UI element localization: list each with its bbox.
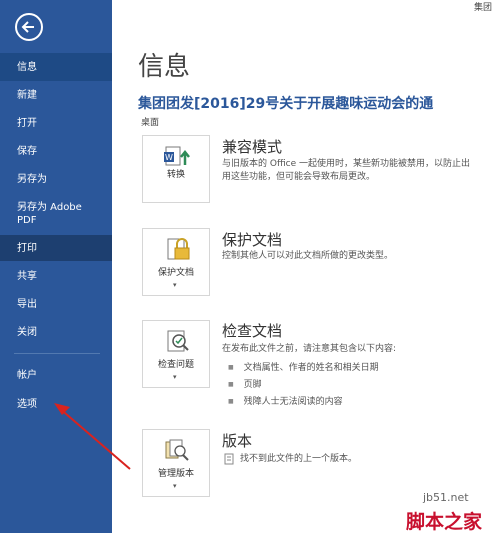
compat-mode-desc-line1: 与旧版本的 Office 一起使用时，某些新功能被禁用，以防止出 [222,159,470,169]
convert-button[interactable]: W 转换 [142,135,210,203]
watermark-url: jb51.net [423,491,469,504]
chevron-down-icon: ▾ [173,373,177,381]
manage-versions-label: 管理版本 [157,469,194,479]
svg-text:W: W [165,153,173,162]
protect-document-desc: 控制其他人可以对此文档所做的更改类型。 [222,251,394,261]
sidebar-divider [14,353,100,354]
watermark-logo-text: 脚本之家 [406,511,483,533]
sidebar-item-save-as[interactable]: 另存为 [0,173,112,186]
list-item: 文档属性、作者的姓名和相关日期 [228,360,379,373]
sidebar-item-close[interactable]: 关闭 [0,326,112,339]
page-title: 信息 [138,52,191,82]
protect-document-label: 保护文档 [157,268,194,278]
sidebar-item-label: 打印 [17,243,37,254]
versions-icon [165,439,189,461]
sidebar-item-label: 新建 [17,90,37,101]
sidebar-item-label: 另存为 Adobe PDF [17,202,82,226]
versions-title: 版本 [222,432,253,450]
annotation-arrow [54,403,131,470]
convert-label: 转换 [166,170,185,180]
sidebar-item-new[interactable]: 新建 [0,89,112,102]
sidebar-item-save-as-pdf[interactable]: 另存为 Adobe PDF [0,201,112,227]
sidebar-item-label: 帐户 [17,370,37,381]
sidebar-item-label: 共享 [17,271,37,282]
chevron-down-icon: ▾ [173,281,177,289]
chevron-down-icon: ▾ [173,482,177,490]
document-location: 桌面 [141,118,160,128]
sidebar-item-label: 选项 [17,399,37,410]
sidebar-item-account[interactable]: 帐户 [0,369,112,382]
compat-mode-title: 兼容模式 [222,138,283,156]
window-title-fragment: 集团 [473,3,492,13]
document-title: 集团团发[2016]29号关于开展趣味运动会的通 [138,96,434,112]
sidebar-item-open[interactable]: 打开 [0,117,112,130]
sidebar-item-label: 导出 [17,299,37,310]
sidebar-item-save[interactable]: 保存 [0,145,112,158]
arrow-left-icon [21,21,34,33]
document-version-icon [224,453,234,465]
lock-icon [167,238,190,260]
sidebar-item-label: 关闭 [17,327,37,338]
list-item: 页脚 [228,377,262,390]
versions-desc: 找不到此文件的上一个版本。 [240,454,358,464]
compat-mode-desc-line2: 用这些功能，但可能会导致布局更改。 [222,172,376,182]
list-item: 残障人士无法阅读的内容 [228,394,343,407]
check-issues-button[interactable]: 检查问题 ▾ [142,320,210,388]
sidebar-item-label: 保存 [17,146,37,157]
sidebar-item-label: 信息 [17,62,37,73]
inspect-document-desc: 在发布此文件之前，请注意其包含以下内容: [222,344,397,354]
inspect-document-title: 检查文档 [222,322,283,340]
check-issues-label: 检查问题 [157,360,194,370]
manage-versions-button[interactable]: 管理版本 ▾ [142,429,210,497]
sidebar-item-label: 另存为 [17,174,47,185]
sidebar-item-label: 打开 [17,118,37,129]
back-button[interactable] [15,13,43,41]
sidebar-item-export[interactable]: 导出 [0,298,112,311]
sidebar-item-print[interactable]: 打印 [0,235,112,261]
protect-document-button[interactable]: 保护文档 ▾ [142,228,210,296]
inspect-document-icon [167,330,189,352]
protect-document-title: 保护文档 [222,231,283,249]
sidebar-item-share[interactable]: 共享 [0,270,112,283]
sidebar-item-info[interactable]: 信息 [0,53,112,81]
